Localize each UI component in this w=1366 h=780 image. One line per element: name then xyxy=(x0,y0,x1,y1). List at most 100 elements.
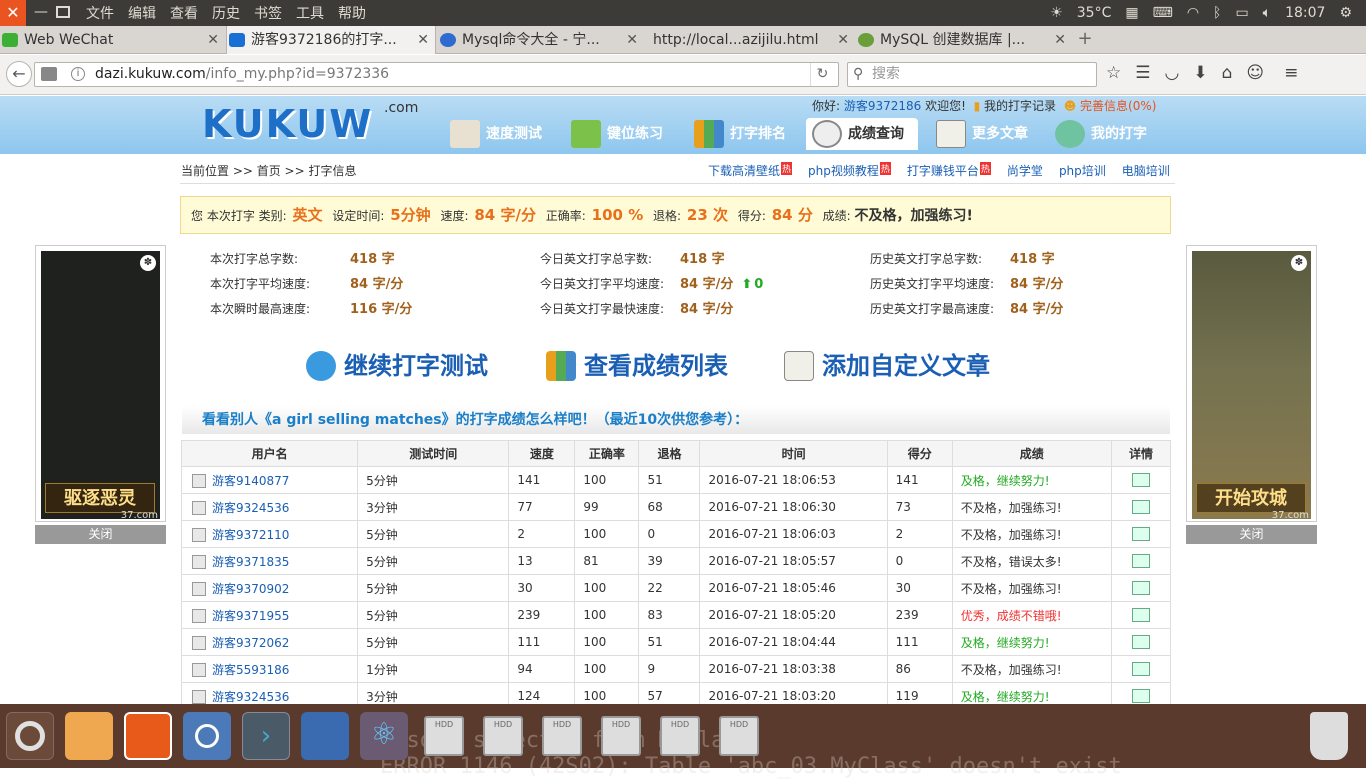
close-tab-icon[interactable]: ✕ xyxy=(1054,26,1066,54)
close-tab-icon[interactable]: ✕ xyxy=(626,26,638,54)
paw-icon[interactable]: ✽ xyxy=(140,255,156,271)
app-grid-icon[interactable] xyxy=(301,712,349,760)
tab-mysql-commands[interactable]: Mysql命令大全 - 宁... ✕ xyxy=(438,26,644,54)
hdd-icon[interactable]: HDD xyxy=(483,716,523,756)
link-wallpaper[interactable]: 下载高清壁纸热 xyxy=(708,162,793,179)
hdd-icon[interactable]: HDD xyxy=(542,716,582,756)
url-bar[interactable]: i dazi.kukuw.com/info_my.php?id=9372336 … xyxy=(34,62,839,87)
bookmark-star-icon[interactable]: ☆ xyxy=(1106,63,1121,83)
menu-tools[interactable]: 工具 xyxy=(296,3,324,23)
username-cell[interactable]: 游客9324536 xyxy=(180,682,359,704)
chat-icon[interactable]: ☺ xyxy=(1246,63,1264,83)
details-cell[interactable] xyxy=(1110,655,1172,683)
keyboard-icon[interactable]: ⌨ xyxy=(1153,5,1173,21)
volume-icon[interactable]: 🔈︎ xyxy=(1263,5,1271,21)
temperature-label[interactable]: 35°C xyxy=(1077,5,1112,21)
hdd-icon[interactable]: HDD xyxy=(424,716,464,756)
tab-localhost[interactable]: http://local...azijilu.html ✕ xyxy=(645,26,855,54)
paw-icon[interactable]: ✽ xyxy=(1291,255,1307,271)
details-icon[interactable] xyxy=(1131,473,1150,488)
link-php-video[interactable]: php视频教程热 xyxy=(808,162,891,179)
username-cell[interactable]: 游客9324536 xyxy=(180,493,359,521)
details-icon[interactable] xyxy=(1131,662,1150,677)
details-icon[interactable] xyxy=(1131,500,1150,515)
new-tab-button[interactable]: + xyxy=(1074,26,1096,54)
hdd-icon[interactable]: HDD xyxy=(601,716,641,756)
details-icon[interactable] xyxy=(1131,689,1150,704)
hdd-icon[interactable]: HDD xyxy=(719,716,759,756)
perfect-info-link[interactable]: 完善信息(0%) xyxy=(1080,99,1156,113)
username-cell[interactable]: 游客9372110 xyxy=(180,520,359,548)
menu-file[interactable]: 文件 xyxy=(86,3,114,23)
home-icon[interactable]: ⌂ xyxy=(1222,63,1233,83)
reload-icon[interactable]: ↻ xyxy=(810,63,834,86)
details-icon[interactable] xyxy=(1131,527,1150,542)
username-cell[interactable]: 游客9371835 xyxy=(180,547,359,575)
close-right-ad-button[interactable]: 关闭 xyxy=(1186,525,1317,544)
close-tab-icon[interactable]: ✕ xyxy=(837,26,849,54)
tab-typing-record[interactable]: 游客9372186的打字... ✕ xyxy=(226,26,436,54)
tab-mysql-create-db[interactable]: MySQL 创建数据库 |... ✕ xyxy=(856,26,1072,54)
terminal-icon[interactable]: › xyxy=(242,712,290,760)
reading-list-icon[interactable]: ☰ xyxy=(1135,63,1150,83)
menu-history[interactable]: 历史 xyxy=(212,3,240,23)
details-cell[interactable] xyxy=(1110,520,1172,548)
view-score-list-button[interactable]: 查看成绩列表 xyxy=(546,348,728,384)
my-record-link[interactable]: 我的打字记录 xyxy=(984,99,1056,113)
clock[interactable]: 18:07 xyxy=(1285,5,1325,21)
details-cell[interactable] xyxy=(1110,628,1172,656)
weather-icon[interactable]: ☀ xyxy=(1050,5,1063,21)
link-computer-training[interactable]: 电脑培训 xyxy=(1122,162,1170,179)
link-typing-earn[interactable]: 打字赚钱平台热 xyxy=(907,162,991,179)
close-window-button[interactable]: ✕ xyxy=(0,0,26,26)
username-cell[interactable]: 游客9370902 xyxy=(180,574,359,602)
username-cell[interactable]: 游客9371955 xyxy=(180,601,359,629)
ad-image[interactable]: ✽ 开始攻城 37.com xyxy=(1192,251,1311,521)
details-icon[interactable] xyxy=(1131,554,1150,569)
info-icon[interactable]: i xyxy=(71,67,85,81)
hdd-icon[interactable]: HDD xyxy=(660,716,700,756)
username-cell[interactable]: 游客5593186 xyxy=(180,655,359,683)
menu-view[interactable]: 查看 xyxy=(170,3,198,23)
username-cell[interactable]: 游客9372062 xyxy=(180,628,359,656)
chromium-icon[interactable] xyxy=(183,712,231,760)
nav-speed-test[interactable]: 速度测试 xyxy=(450,118,542,150)
nav-more-articles[interactable]: 更多文章 xyxy=(936,118,1028,150)
page-icon[interactable] xyxy=(41,67,57,81)
details-cell[interactable] xyxy=(1110,601,1172,629)
details-icon[interactable] xyxy=(1131,581,1150,596)
nav-ranking[interactable]: 打字排名 xyxy=(694,118,786,150)
nav-my-typing[interactable]: 我的打字 xyxy=(1055,118,1147,150)
hamburger-menu-icon[interactable]: ≡ xyxy=(1284,63,1298,83)
username-link[interactable]: 游客9372186 xyxy=(844,99,921,113)
menu-edit[interactable]: 编辑 xyxy=(128,3,156,23)
details-cell[interactable] xyxy=(1110,493,1172,521)
right-side-ad[interactable]: ✽ 开始攻城 37.com xyxy=(1186,245,1317,522)
details-icon[interactable] xyxy=(1131,608,1150,623)
username-cell[interactable]: 游客9140877 xyxy=(180,466,359,494)
add-article-button[interactable]: 添加自定义文章 xyxy=(784,348,990,384)
firefox-icon[interactable] xyxy=(124,712,172,760)
menu-bookmarks[interactable]: 书签 xyxy=(254,3,282,23)
calendar-icon[interactable]: ▦ xyxy=(1125,5,1138,21)
nav-score-query[interactable]: 成绩查询 xyxy=(806,118,918,150)
link-php-training[interactable]: php培训 xyxy=(1059,162,1106,179)
wifi-icon[interactable]: ◠ xyxy=(1187,5,1199,21)
tab-web-wechat[interactable]: Web WeChat ✕ xyxy=(0,26,225,54)
minimize-window-button[interactable]: — xyxy=(30,0,52,26)
details-cell[interactable] xyxy=(1110,682,1172,704)
close-tab-icon[interactable]: ✕ xyxy=(207,26,219,54)
details-cell[interactable] xyxy=(1110,547,1172,575)
left-side-ad[interactable]: ✽ 驱逐恶灵 37.com xyxy=(35,245,166,522)
details-icon[interactable] xyxy=(1131,635,1150,650)
atom-icon[interactable]: ⚛ xyxy=(360,712,408,760)
files-icon[interactable] xyxy=(65,712,113,760)
bluetooth-icon[interactable]: ᛒ xyxy=(1213,5,1221,21)
pocket-icon[interactable]: ◡ xyxy=(1165,63,1180,83)
battery-icon[interactable]: ▭ xyxy=(1235,5,1248,21)
ubuntu-icon[interactable] xyxy=(6,712,54,760)
maximize-window-button[interactable] xyxy=(56,6,70,18)
back-button[interactable]: ← xyxy=(6,61,32,87)
trash-icon[interactable] xyxy=(1310,712,1348,760)
search-input[interactable]: ⚲ 搜索 xyxy=(847,62,1097,87)
